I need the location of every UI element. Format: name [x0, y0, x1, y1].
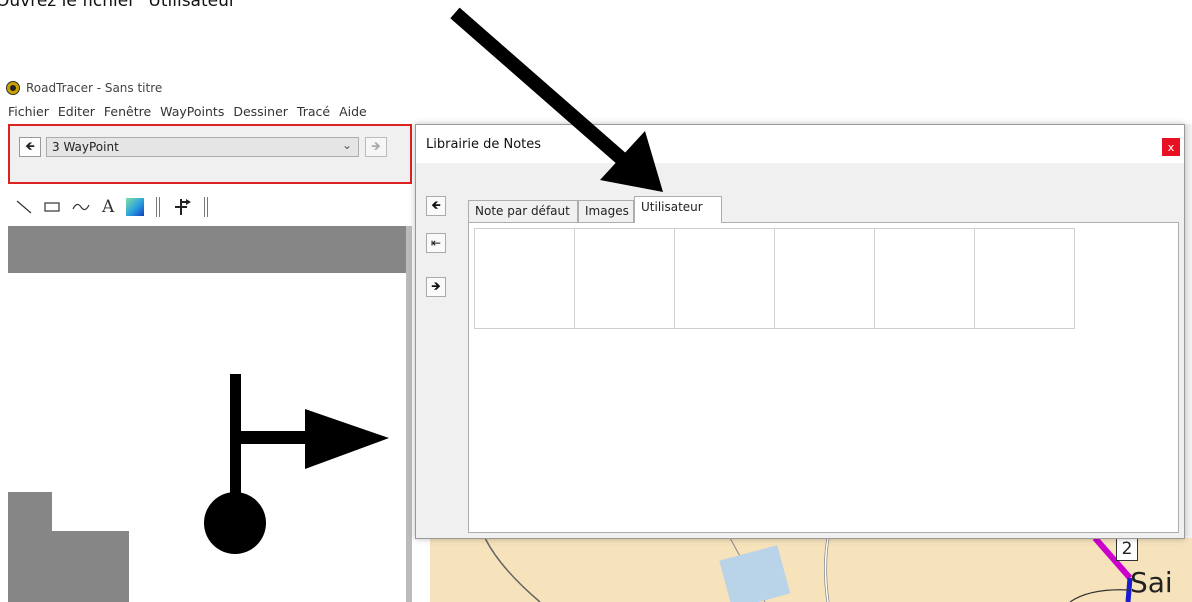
drawing-toolbar: A: [8, 190, 408, 224]
toolbar-separator: [204, 197, 209, 217]
note-cell[interactable]: [774, 228, 875, 329]
arrow-left-icon: 🡸: [25, 138, 35, 153]
arrow-left-icon: 🡸: [431, 197, 441, 212]
map-view[interactable]: [430, 538, 1192, 602]
waypoint-forward-button[interactable]: 🡺: [365, 137, 387, 157]
waypoint-selector-panel: 🡸 3 WayPoint ⌄ 🡺: [8, 124, 412, 184]
menu-fichier[interactable]: Fichier: [8, 104, 49, 119]
map-roads: [484, 538, 1133, 602]
tab-images[interactable]: Images: [578, 200, 634, 222]
instruction-text: Ouvrez le fichier "Utilisateur": [0, 0, 244, 11]
dialog-titlebar[interactable]: Librairie de Notes x: [416, 125, 1184, 163]
fill-tool-icon[interactable]: [126, 198, 145, 216]
note-grid: [474, 228, 1075, 329]
note-cell[interactable]: [574, 228, 675, 329]
curve-tool-icon[interactable]: [72, 199, 90, 215]
menu-dessiner[interactable]: Dessiner: [233, 104, 288, 119]
direction-tool-icon[interactable]: [172, 197, 192, 217]
arrow-to-start-icon: ⇤: [430, 236, 442, 250]
menu-aide[interactable]: Aide: [339, 104, 367, 119]
turn-right-sign-icon: [204, 374, 389, 554]
menu-waypoints[interactable]: WayPoints: [160, 104, 224, 119]
tab-note-par-defaut[interactable]: Note par défaut: [468, 200, 578, 222]
map-place-label: Sai: [1130, 566, 1173, 599]
waypoint-back-button[interactable]: 🡸: [19, 137, 41, 157]
note-cell[interactable]: [974, 228, 1075, 329]
note-cell[interactable]: [674, 228, 775, 329]
move-left-button[interactable]: 🡸: [426, 196, 446, 216]
move-right-button[interactable]: 🡺: [426, 277, 446, 297]
arrow-right-icon: 🡺: [431, 278, 441, 293]
arrow-right-icon: 🡺: [371, 138, 381, 153]
notes-tab-panel: [468, 222, 1179, 533]
waypoint-dropdown[interactable]: 3 WayPoint ⌄: [46, 137, 359, 157]
notes-library-dialog: Librairie de Notes x 🡸 ⇤ 🡺 Note par défa…: [415, 124, 1185, 539]
move-to-start-button[interactable]: ⇤: [426, 233, 446, 253]
menu-fenetre[interactable]: Fenêtre: [104, 104, 151, 119]
tab-utilisateur[interactable]: Utilisateur: [634, 196, 722, 223]
text-tool-icon[interactable]: A: [102, 197, 114, 217]
close-icon: x: [1167, 140, 1175, 154]
roadtracer-logo-icon: [6, 81, 20, 95]
toolbar-separator: [156, 197, 161, 217]
dialog-close-button[interactable]: x: [1162, 138, 1180, 156]
map-waypoint-number: 2: [1116, 537, 1138, 561]
chevron-down-icon: ⌄: [341, 138, 352, 152]
menu-bar: Fichier Editer Fenêtre WayPoints Dessine…: [8, 104, 367, 119]
dialog-title: Librairie de Notes: [426, 137, 542, 152]
line-tool-icon[interactable]: [16, 199, 32, 215]
menu-editer[interactable]: Editer: [58, 104, 95, 119]
app-titlebar: RoadTracer - Sans titre: [6, 80, 162, 96]
app-title: RoadTracer - Sans titre: [26, 81, 163, 95]
menu-trace[interactable]: Tracé: [297, 104, 330, 119]
note-preview-canvas[interactable]: [8, 226, 412, 602]
note-cell[interactable]: [474, 228, 575, 329]
note-cell[interactable]: [874, 228, 975, 329]
rectangle-tool-icon[interactable]: [44, 199, 60, 215]
waypoint-dropdown-value: 3 WayPoint: [52, 140, 119, 154]
